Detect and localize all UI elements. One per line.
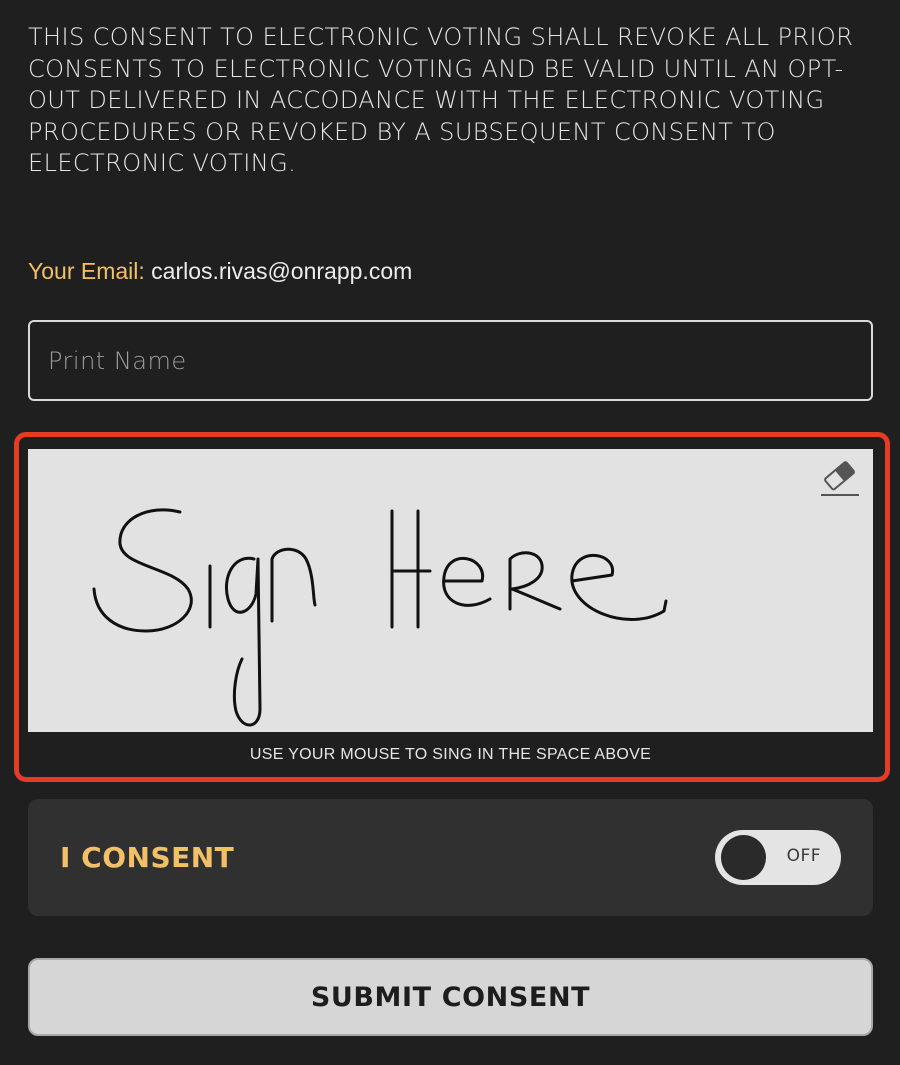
email-label: Your Email: (28, 258, 145, 284)
submit-consent-button[interactable]: SUBMIT CONSENT (28, 958, 873, 1036)
email-row: Your Email: carlos.rivas@onrapp.com (28, 258, 412, 285)
email-value: carlos.rivas@onrapp.com (151, 258, 413, 284)
print-name-input[interactable] (28, 320, 873, 401)
toggle-state-label: OFF (786, 846, 821, 866)
consent-panel: I CONSENT OFF (28, 799, 873, 916)
signature-drawing (92, 508, 668, 727)
signature-stroke-r (508, 551, 562, 611)
consent-notice-text: THIS CONSENT TO ELECTRONIC VOTING SHALL … (28, 23, 854, 177)
signature-caption: USE YOUR MOUSE TO SING IN THE SPACE ABOV… (249, 746, 652, 763)
signature-stroke-s (92, 508, 193, 633)
eraser-icon[interactable] (817, 457, 863, 499)
signature-stroke-n (270, 547, 317, 623)
toggle-knob (721, 835, 766, 880)
signature-stroke-e (442, 557, 492, 607)
signature-stroke-e2 (570, 554, 668, 621)
signature-stroke-g (225, 556, 262, 727)
consent-toggle[interactable]: OFF (715, 830, 841, 885)
signature-pad[interactable] (28, 449, 873, 732)
consent-label: I CONSENT (60, 841, 235, 874)
